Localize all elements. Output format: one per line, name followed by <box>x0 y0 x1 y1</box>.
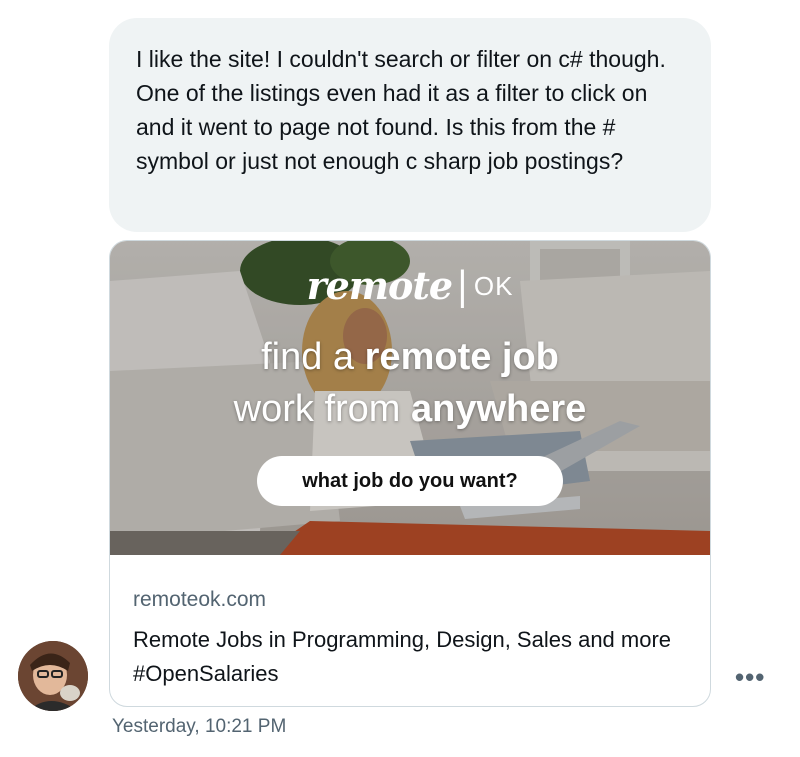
avatar[interactable] <box>18 641 88 711</box>
link-domain: remoteok.com <box>133 588 267 611</box>
headline-line-2: work from anywhere <box>233 388 587 430</box>
link-title: Remote Jobs in Programming, Design, Sale… <box>133 627 672 686</box>
job-search-pill: what job do you want? <box>257 456 563 506</box>
more-options-button[interactable]: ••• <box>735 664 765 690</box>
avatar-photo <box>18 641 88 711</box>
link-preview-body[interactable]: remoteok.com Remote Jobs in Programming,… <box>133 585 693 691</box>
headline-line-1: find a remote job <box>261 336 559 378</box>
link-preview-image[interactable]: remote | OK find a remote job work from an… <box>110 241 710 555</box>
message-text: I like the site! I couldn't search or fi… <box>136 46 666 174</box>
remoteok-logo: remote | OK <box>306 263 514 308</box>
message-bubble: I like the site! I couldn't search or fi… <box>109 18 711 232</box>
link-preview-card[interactable]: remote | OK find a remote job work from an… <box>109 240 711 707</box>
message-timestamp: Yesterday, 10:21 PM <box>112 716 287 737</box>
